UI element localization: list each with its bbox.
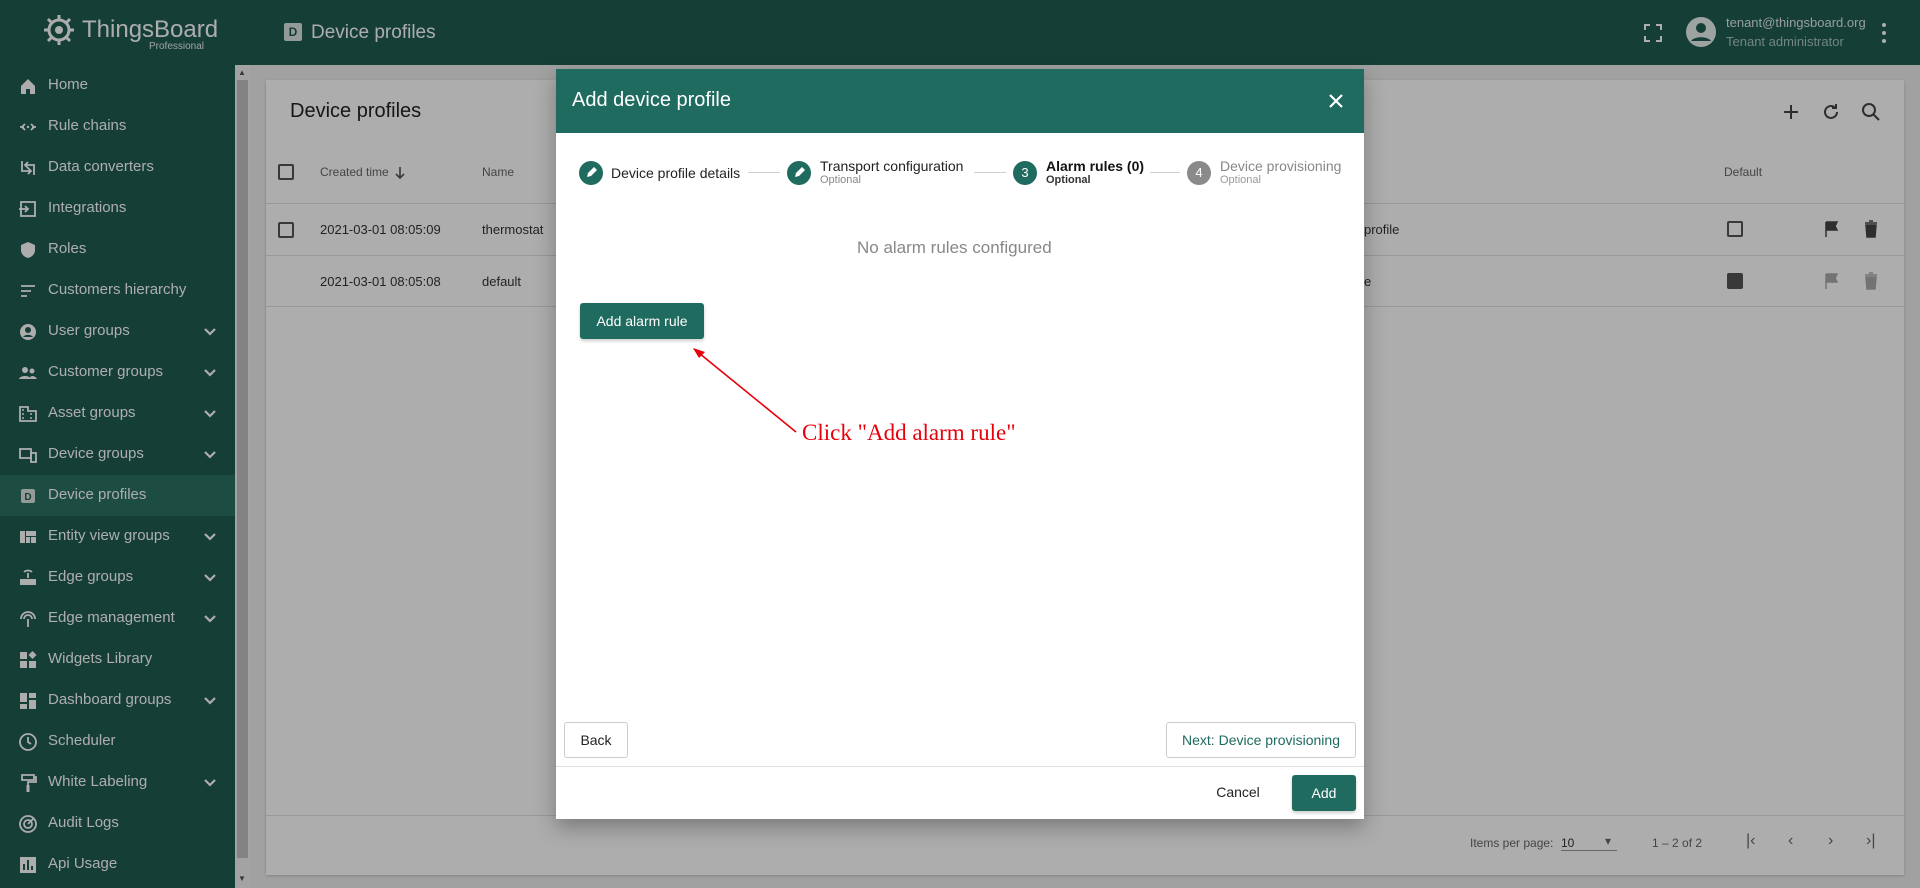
step-2-edit-icon[interactable] xyxy=(787,161,811,185)
next-device-provisioning-button[interactable]: Next: Device provisioning xyxy=(1166,722,1356,758)
step-3-label[interactable]: Alarm rules (0) xyxy=(1046,158,1144,174)
step-3-sublabel: Optional xyxy=(1046,174,1091,186)
dialog-actions-divider xyxy=(556,766,1364,767)
step-2-sublabel: Optional xyxy=(820,174,861,186)
step-connector xyxy=(974,172,1006,173)
annotation-text: Click "Add alarm rule" xyxy=(802,420,1016,445)
step-3-number[interactable]: 3 xyxy=(1013,161,1037,185)
close-icon[interactable] xyxy=(1326,91,1346,111)
dialog-title: Add device profile xyxy=(572,89,731,111)
add-alarm-rule-button[interactable]: Add alarm rule xyxy=(580,303,704,339)
cancel-button[interactable]: Cancel xyxy=(1202,784,1274,820)
step-4-label[interactable]: Device provisioning xyxy=(1220,158,1341,174)
add-button[interactable]: Add xyxy=(1292,775,1356,811)
step-4-number[interactable]: 4 xyxy=(1187,161,1211,185)
step-1-edit-icon[interactable] xyxy=(579,161,603,185)
empty-alarm-rules-message: No alarm rules configured xyxy=(857,238,1052,257)
annotation-arrow-icon xyxy=(693,348,797,433)
step-1-label[interactable]: Device profile details xyxy=(611,165,740,181)
step-connector xyxy=(1150,172,1180,173)
step-connector xyxy=(748,172,780,173)
step-2-label[interactable]: Transport configuration xyxy=(820,158,963,174)
step-4-sublabel: Optional xyxy=(1220,174,1261,186)
back-button[interactable]: Back xyxy=(564,722,628,758)
